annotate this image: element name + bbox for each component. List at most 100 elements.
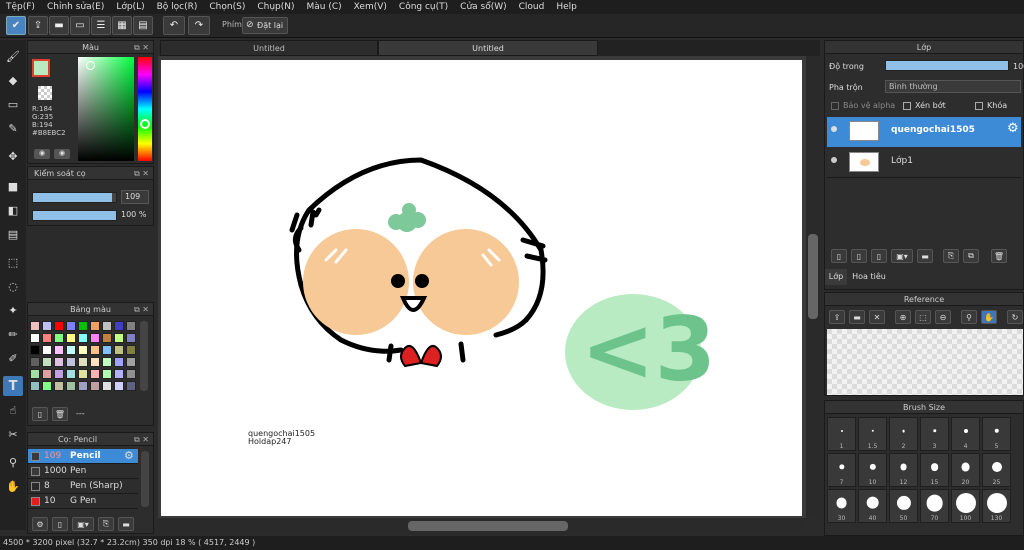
layer-row[interactable]: Lớp1 — [827, 148, 1021, 178]
palette-swatch[interactable] — [42, 345, 52, 355]
brush-size-cell[interactable]: 20 — [951, 453, 980, 487]
menu-item[interactable]: Cửa sổ(W) — [454, 2, 512, 12]
brush-size-cell[interactable]: 4 — [951, 417, 980, 451]
palette-swatch[interactable] — [126, 333, 136, 343]
ref-open-icon[interactable]: ▬ — [849, 310, 865, 324]
copy-brush-icon[interactable]: ⎘ — [98, 517, 114, 531]
palette-swatch[interactable] — [102, 357, 112, 367]
transparent-color-swatch[interactable] — [38, 86, 52, 100]
tab-untitled-2[interactable]: Untitled — [378, 40, 598, 56]
palette-swatch[interactable] — [90, 345, 100, 355]
palette-swatch[interactable] — [90, 333, 100, 343]
palette-swatch[interactable] — [30, 321, 40, 331]
delete-palette-icon[interactable]: 🗑 — [52, 407, 68, 421]
main-color-swatch[interactable] — [32, 59, 50, 77]
brush-row[interactable]: 8 Pen (Sharp) — [28, 479, 138, 494]
brush-size-cell[interactable]: 30 — [827, 489, 856, 523]
palette-swatch[interactable] — [66, 333, 76, 343]
folder-brush-icon[interactable]: ▬ — [118, 517, 134, 531]
duplicate-layer-icon[interactable]: ⎘ — [943, 249, 959, 263]
new-layer-8bit-icon[interactable]: ▯ — [851, 249, 867, 263]
brush-size-cell[interactable]: 100 — [951, 489, 980, 523]
bucket-tool-icon[interactable]: ◧ — [3, 200, 23, 220]
brush-size-cell[interactable]: 5 — [982, 417, 1011, 451]
ref-rotate-icon[interactable]: ↻ — [1007, 310, 1023, 324]
palette-swatch[interactable] — [30, 333, 40, 343]
visibility-icon[interactable] — [831, 126, 837, 132]
ref-close-icon[interactable]: ✕ — [869, 310, 885, 324]
brush-size-cell[interactable]: 2 — [889, 417, 918, 451]
menu-item[interactable]: Lớp(L) — [110, 2, 150, 12]
lock-checkbox[interactable] — [975, 102, 983, 110]
menu-item[interactable]: Chỉnh sửa(E) — [41, 2, 110, 12]
merge-layer-icon[interactable]: ⧉ — [963, 249, 979, 263]
menu-item[interactable]: Màu (C) — [301, 2, 348, 12]
brush-color-swatch[interactable] — [31, 452, 40, 461]
palette-swatch[interactable] — [42, 369, 52, 379]
ref-hand-icon[interactable]: ✋ — [981, 310, 997, 324]
palette-swatch[interactable] — [42, 381, 52, 391]
brush-size-cell[interactable]: 25 — [982, 453, 1011, 487]
rect-tool-icon[interactable]: ▭ — [3, 94, 23, 114]
menu-item[interactable]: Xem(V) — [348, 2, 393, 12]
new-layer-icon[interactable]: ▯ — [831, 249, 847, 263]
palette-swatch[interactable] — [114, 357, 124, 367]
canvas[interactable]: <3 quengochai1505 Holdap247 — [161, 60, 802, 516]
saturation-value-picker[interactable] — [78, 57, 134, 161]
reset-button[interactable]: ⊘ Đặt lại — [242, 17, 288, 34]
tab-layer[interactable]: Lớp — [825, 269, 847, 285]
brush-size-cell[interactable]: 15 — [920, 453, 949, 487]
operation-tool-icon[interactable]: ☝ — [3, 400, 23, 420]
eyedropper-tool-icon[interactable]: ⚲ — [3, 452, 23, 472]
text-tool-icon[interactable]: T — [3, 376, 23, 396]
palette-swatch[interactable] — [102, 381, 112, 391]
menu-item[interactable]: Chụp(N) — [251, 2, 300, 12]
brush-size-cell[interactable]: 10 — [858, 453, 887, 487]
brush-row[interactable]: 10 G Pen — [28, 494, 138, 509]
blend-mode-select[interactable]: Bình thường — [885, 80, 1021, 93]
palette-swatch[interactable] — [102, 321, 112, 331]
layer-settings-icon[interactable]: ⚙ — [1007, 121, 1019, 136]
vertical-scroll-thumb[interactable] — [808, 234, 818, 319]
palette-swatch[interactable] — [54, 369, 64, 379]
brush-row[interactable]: 1000 Pen — [28, 464, 138, 479]
new-brush-icon[interactable]: ▯ — [52, 517, 68, 531]
window-icon[interactable]: ▭ — [70, 16, 90, 35]
grid-icon[interactable]: ▦ — [112, 16, 132, 35]
undo-button[interactable]: ↶ — [163, 16, 185, 35]
ref-fit-icon[interactable]: ⬚ — [915, 310, 931, 324]
brush-size-cell[interactable]: 70 — [920, 489, 949, 523]
fill-rect-tool-icon[interactable]: ■ — [3, 176, 23, 196]
palette-swatch[interactable] — [30, 369, 40, 379]
brush-color-swatch[interactable] — [31, 482, 40, 491]
hue-slider[interactable] — [138, 57, 152, 161]
new-layer-1bit-icon[interactable]: ▯ — [871, 249, 887, 263]
vertical-scrollbar[interactable] — [806, 56, 820, 518]
palette-swatch[interactable] — [42, 333, 52, 343]
brush-list-scrollbar[interactable] — [141, 451, 149, 507]
palette-swatch[interactable] — [90, 321, 100, 331]
palette-swatch[interactable] — [114, 345, 124, 355]
palette-swatch[interactable] — [114, 369, 124, 379]
ref-zoom-in-icon[interactable]: ⊕ — [895, 310, 911, 324]
palette-swatch[interactable] — [90, 369, 100, 379]
palette-swatch[interactable] — [54, 381, 64, 391]
palette-swatch[interactable] — [66, 369, 76, 379]
palette-swatch[interactable] — [66, 381, 76, 391]
palette-swatch[interactable] — [102, 369, 112, 379]
brush-size-cell[interactable]: 40 — [858, 489, 887, 523]
delete-layer-icon[interactable]: 🗑 — [991, 249, 1007, 263]
hand-tool-icon[interactable]: ✋ — [3, 476, 23, 496]
clipping-checkbox[interactable] — [903, 102, 911, 110]
new-palette-icon[interactable]: ▯ — [32, 407, 48, 421]
pen-tool-icon[interactable]: ✎ — [3, 118, 23, 138]
comment-icon[interactable]: ▬ — [49, 16, 69, 35]
select-rect-tool-icon[interactable]: ⬚ — [3, 252, 23, 272]
palette-swatch[interactable] — [102, 345, 112, 355]
reference-view[interactable] — [827, 329, 1023, 395]
select-eraser-tool-icon[interactable]: ✐ — [3, 348, 23, 368]
brush-opacity-slider[interactable] — [32, 210, 117, 221]
palette-swatch[interactable] — [78, 345, 88, 355]
brush-size-value[interactable]: 109 — [121, 190, 149, 204]
ref-eyedropper-icon[interactable]: ⚲ — [961, 310, 977, 324]
